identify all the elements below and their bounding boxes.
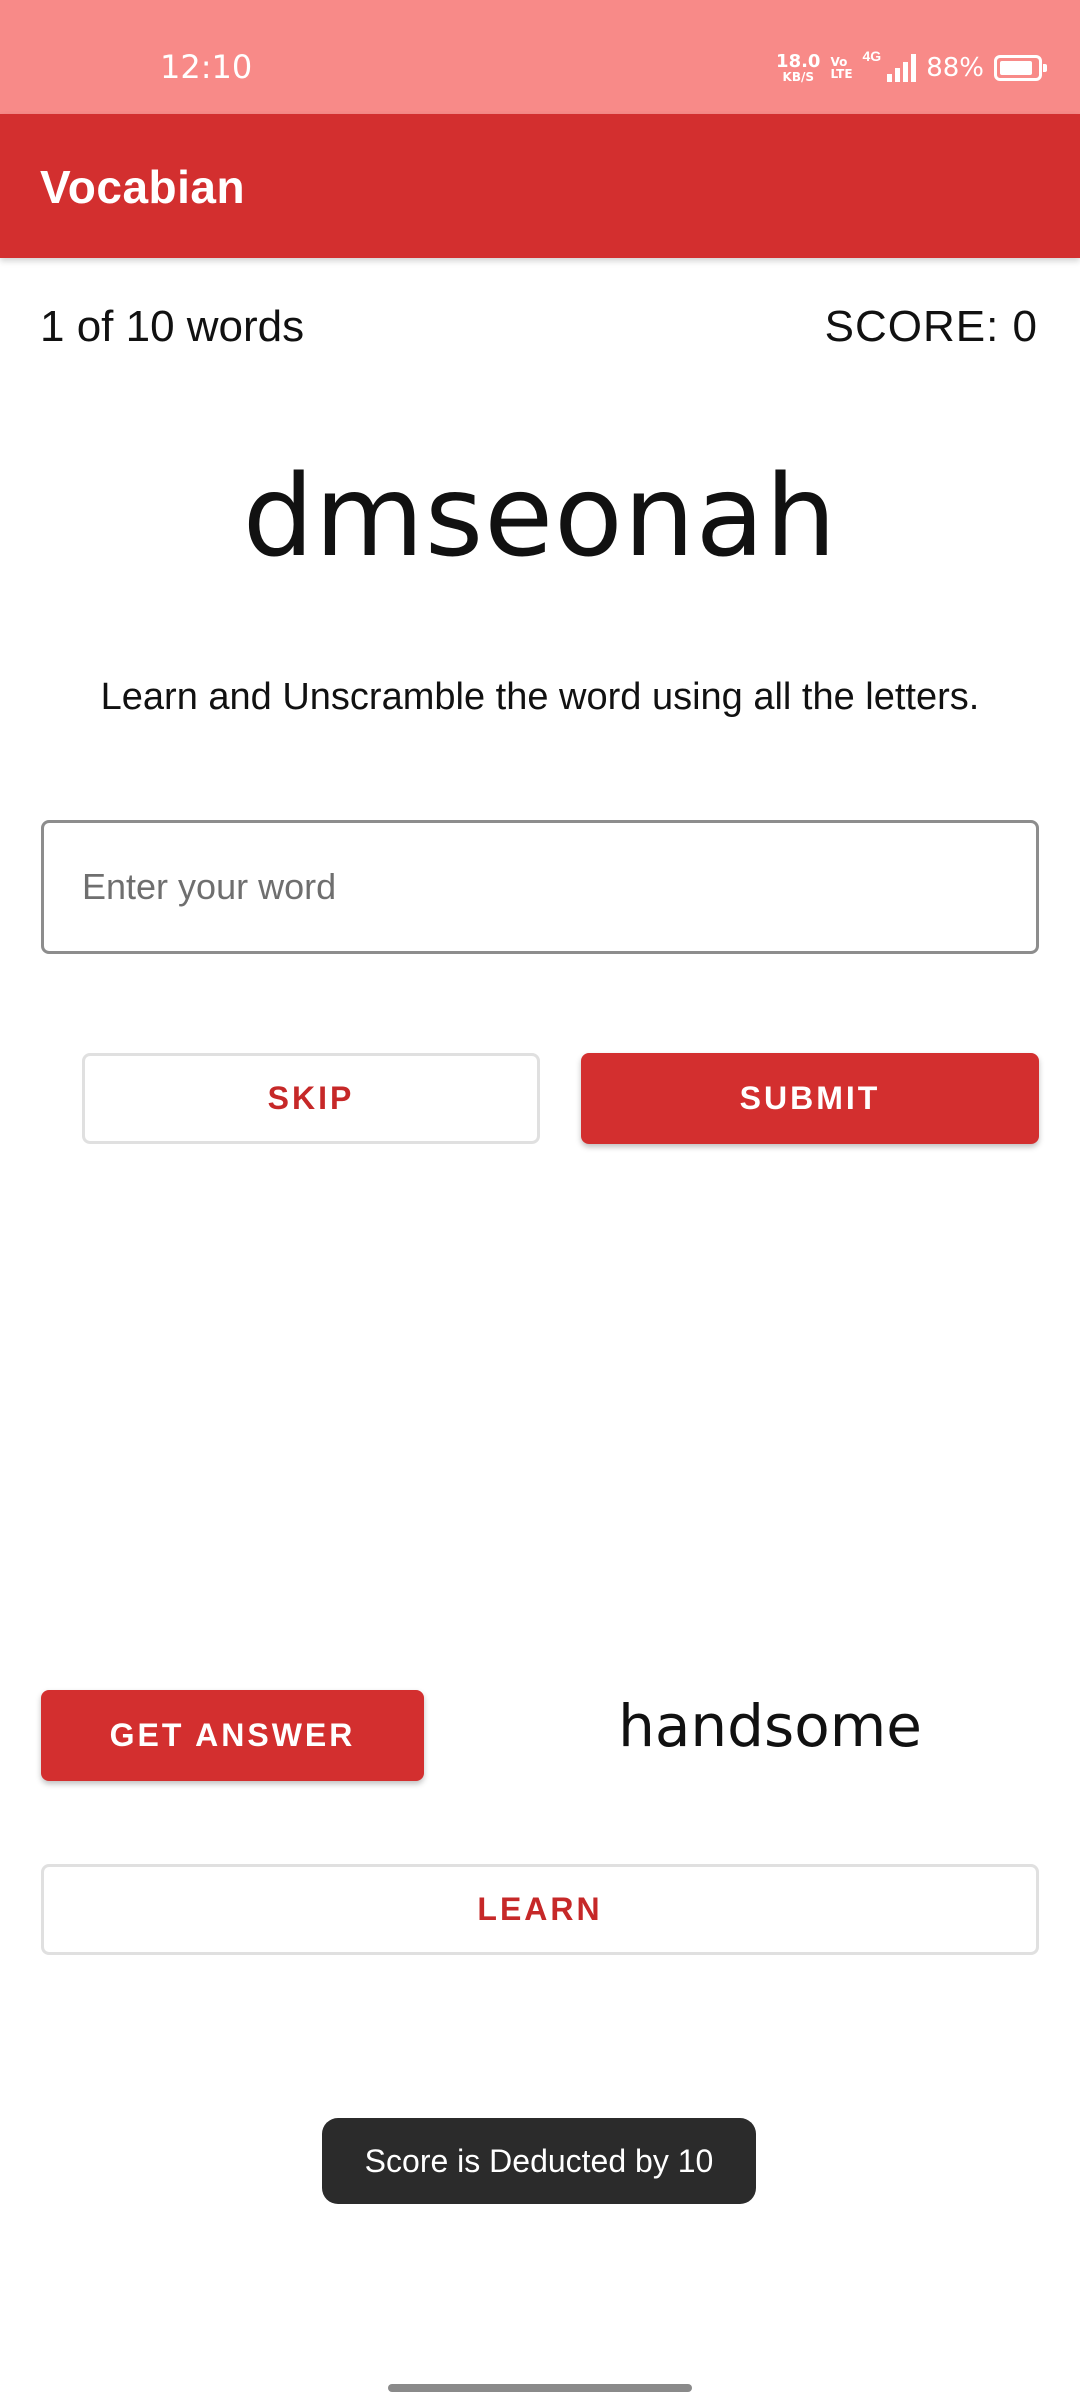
battery-percent: 88% [926, 53, 984, 83]
app-title: Vocabian [40, 161, 246, 213]
battery-icon [994, 55, 1047, 81]
scrambled-word: dmseonah [242, 452, 838, 582]
score: SCORE: 0 [824, 302, 1038, 351]
network-type: 4G [862, 48, 882, 64]
network-speed: 18.0 KB/S [776, 51, 821, 84]
instructions: Learn and Unscramble the word using all … [100, 676, 980, 718]
skip-button[interactable]: SKIP [82, 1053, 540, 1144]
volte-bottom: LTE [830, 67, 853, 81]
home-indicator[interactable] [388, 2384, 692, 2392]
status-bar: 12:10 18.0 KB/S Vo LTE 4G 88% [0, 0, 1080, 114]
learn-button[interactable]: LEARN [41, 1864, 1039, 1955]
volte-icon: Vo LTE [830, 56, 852, 80]
answer-text: handsome [618, 1692, 922, 1760]
toast-message: Score is Deducted by 10 [322, 2118, 756, 2204]
status-icons: 18.0 KB/S Vo LTE 4G 88% [776, 48, 1047, 88]
submit-button[interactable]: SUBMIT [581, 1053, 1039, 1144]
word-input[interactable] [41, 820, 1039, 954]
network-speed-unit: KB/S [782, 70, 814, 84]
network-speed-value: 18.0 [776, 51, 821, 72]
signal-icon [887, 54, 917, 82]
app-bar: Vocabian [0, 114, 1080, 258]
get-answer-button[interactable]: GET ANSWER [41, 1690, 424, 1781]
status-time: 12:10 [160, 48, 253, 86]
word-count: 1 of 10 words [40, 302, 305, 351]
